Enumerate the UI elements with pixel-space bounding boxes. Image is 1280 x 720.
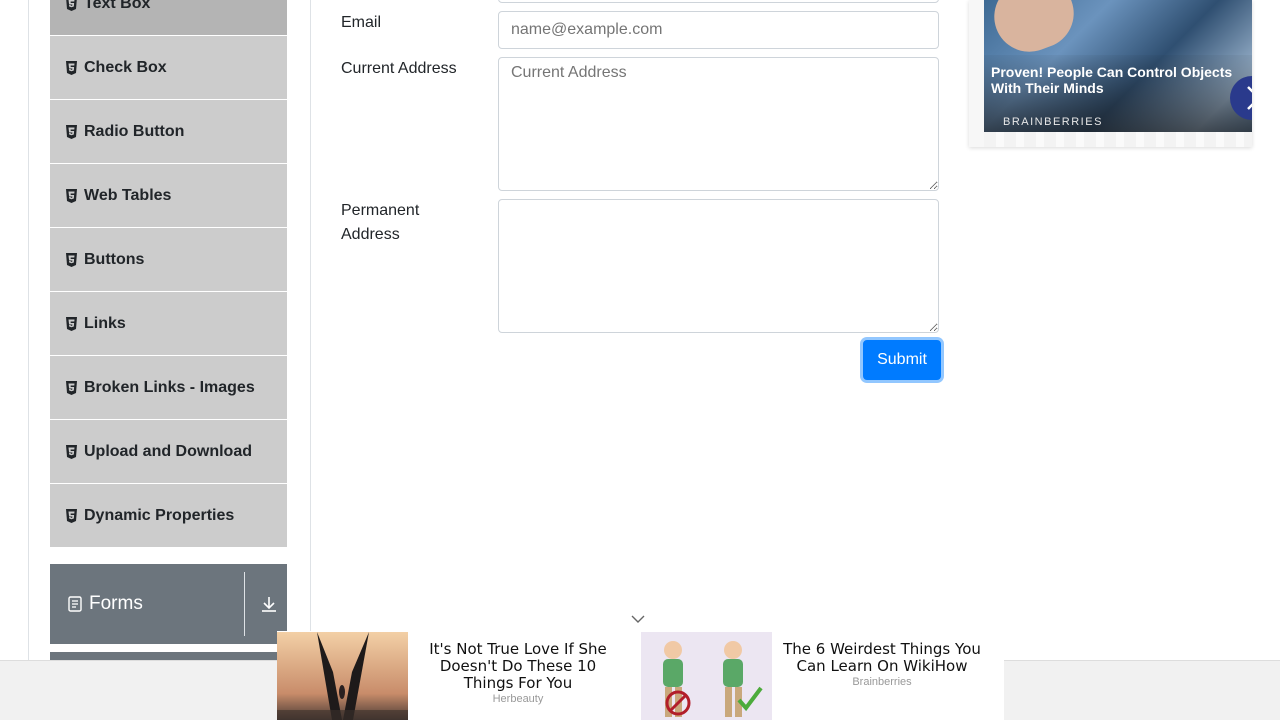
- sidebar-item-label: Buttons: [84, 250, 145, 268]
- full-name-field-edge[interactable]: [498, 0, 939, 3]
- sidebar-item-dynamic-properties[interactable]: Dynamic Properties: [50, 484, 287, 548]
- sidebar-item-web-tables[interactable]: Web Tables: [50, 164, 287, 228]
- sidebar-menu: Text Box Check Box Radio Button Web Tabl…: [50, 0, 287, 548]
- html5-icon: [65, 60, 78, 75]
- promo-image: [277, 632, 408, 720]
- html5-icon: [65, 316, 78, 331]
- current-address-label: Current Address: [341, 60, 457, 77]
- sidebar-item-links[interactable]: Links: [50, 292, 287, 356]
- html5-icon: [65, 380, 78, 395]
- ad-image-hand: [984, 0, 1084, 62]
- permanent-address-label: Permanent Address: [341, 199, 419, 247]
- chevron-right-icon[interactable]: [1230, 76, 1252, 120]
- promo-title: It's Not True Love If She Doesn't Do The…: [429, 640, 607, 692]
- ad-title[interactable]: Proven! People Can Control Objects With …: [991, 64, 1241, 96]
- promo-image: [641, 632, 772, 720]
- sidebar-item-label: Dynamic Properties: [84, 506, 235, 524]
- sidebar-item-label: Links: [84, 314, 126, 332]
- promo-source: Brainberries: [852, 676, 912, 688]
- promo-title: The 6 Weirdest Things You Can Learn On W…: [783, 640, 981, 675]
- html5-icon: [65, 444, 78, 459]
- promo-item[interactable]: It's Not True Love If She Doesn't Do The…: [277, 632, 641, 720]
- sidebar-item-label: Broken Links - Images: [84, 378, 255, 396]
- current-address-field[interactable]: [498, 57, 939, 191]
- email-field[interactable]: [498, 11, 939, 49]
- ad-pattern: [984, 132, 1252, 147]
- sidebar-item-label: Web Tables: [84, 186, 172, 204]
- sidebar-item-label: Upload and Download: [84, 442, 252, 460]
- html5-icon: [65, 508, 78, 523]
- sidebar-item-broken-links-images[interactable]: Broken Links - Images: [50, 356, 287, 420]
- document-icon: [68, 596, 82, 612]
- promo-source: Herbeauty: [492, 693, 544, 705]
- html5-icon: [65, 0, 78, 11]
- sidebar-group-label: Forms: [89, 593, 143, 614]
- chevron-down-icon[interactable]: [629, 611, 647, 627]
- bottom-ad: It's Not True Love If She Doesn't Do The…: [277, 631, 1004, 720]
- page: Text Box Check Box Radio Button Web Tabl…: [0, 0, 1280, 720]
- html5-icon: [65, 188, 78, 203]
- sidebar-item-upload-and-download[interactable]: Upload and Download: [50, 420, 287, 484]
- sidebar-item-text-box[interactable]: Text Box: [50, 0, 287, 36]
- submit-button[interactable]: Submit: [863, 340, 941, 380]
- group-divider: [244, 572, 245, 636]
- promo-item[interactable]: The 6 Weirdest Things You Can Learn On W…: [641, 632, 1005, 720]
- download-arrow-icon[interactable]: [260, 595, 278, 613]
- sidebar-item-buttons[interactable]: Buttons: [50, 228, 287, 292]
- html5-icon: [65, 124, 78, 139]
- sidebar-item-radio-button[interactable]: Radio Button: [50, 100, 287, 164]
- html5-icon: [65, 252, 78, 267]
- permanent-address-field[interactable]: [498, 199, 939, 333]
- sidebar-item-check-box[interactable]: Check Box: [50, 36, 287, 100]
- email-label: Email: [341, 14, 382, 31]
- sidebar-item-label: Text Box: [84, 0, 151, 12]
- ad-source: BRAINBERRIES: [1003, 116, 1103, 128]
- permanent-address-label-line2: Address: [341, 226, 400, 243]
- sidebar-item-label: Radio Button: [84, 122, 185, 140]
- permanent-address-label-line1: Permanent: [341, 202, 420, 219]
- ad-card[interactable]: Proven! People Can Control Objects With …: [969, 0, 1252, 147]
- sidebar-item-label: Check Box: [84, 58, 167, 76]
- sidebar-group-forms[interactable]: Forms: [50, 564, 287, 644]
